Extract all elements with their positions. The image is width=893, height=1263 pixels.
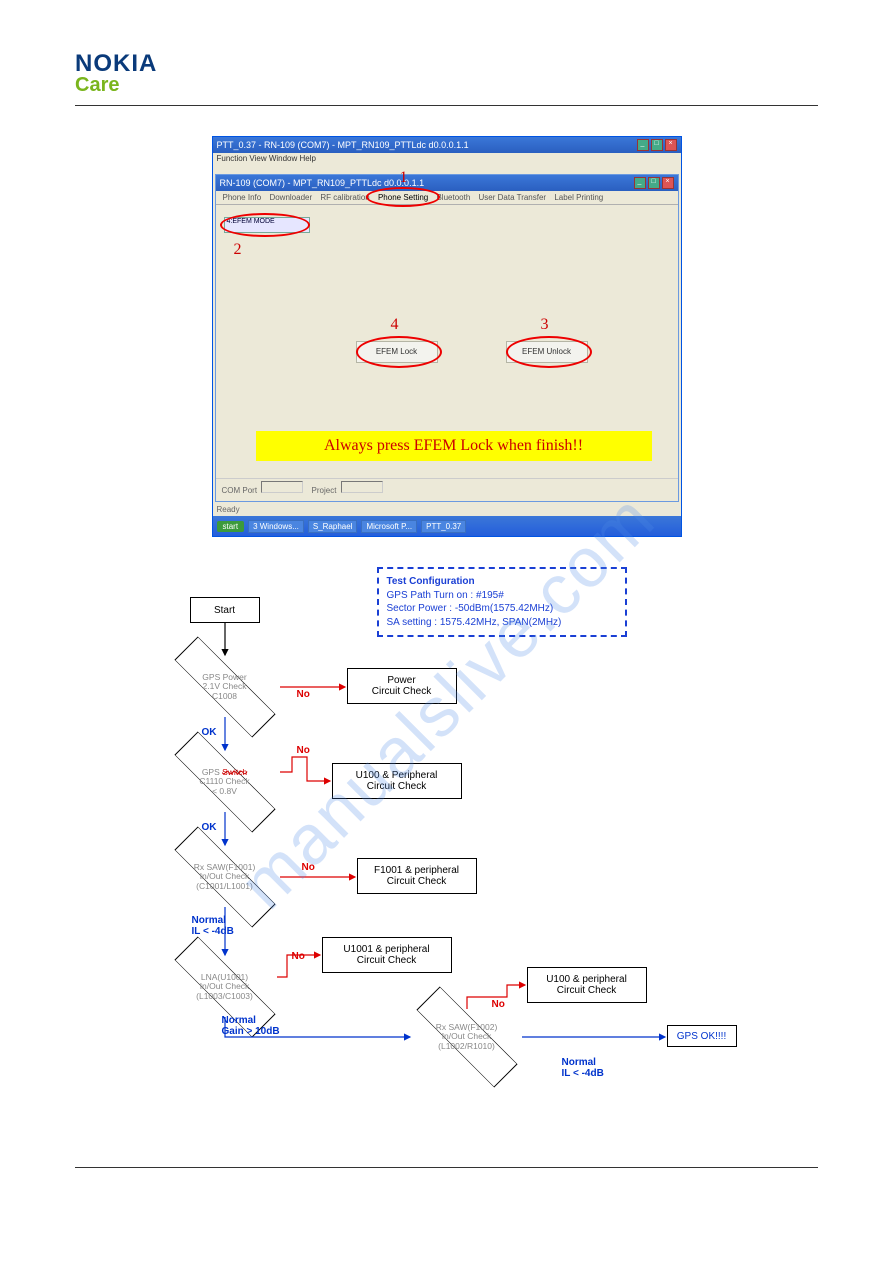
outer-title-text: PTT_0.37 - RN-109 (COM7) - MPT_RN109_PTT… [217, 140, 469, 150]
r4-text: U1001 & peripheral [343, 944, 429, 955]
start-button[interactable]: start [217, 521, 245, 532]
taskbar-item[interactable]: Microsoft P... [361, 520, 417, 533]
status-bar: COM Port Project [216, 478, 678, 501]
annotation-circle-1 [366, 187, 440, 207]
r4-text: Circuit Check [357, 955, 416, 966]
tab-phone-info[interactable]: Phone Info [220, 192, 265, 203]
decision-rx-saw-f1001: Rx SAW(F1001) In/Out Check (C1001/L1001) [170, 847, 280, 907]
r5-text: Circuit Check [557, 985, 616, 996]
status-com-label: COM Port [222, 486, 258, 495]
result-f1001-check: F1001 & peripheralCircuit Check [357, 858, 477, 894]
decision-rx-saw-f1002: Rx SAW(F1002) In/Out Check (L1002/R1010) [412, 1007, 522, 1067]
decision-lna: LNA(U1001) In/Out Check (L1003/C1003) [170, 957, 280, 1017]
menu-bar[interactable]: Function View Window Help [213, 153, 681, 164]
d1-text: C1008 [212, 692, 237, 701]
result-u1001-check: U1001 & peripheralCircuit Check [322, 937, 452, 973]
d3-text: (C1001/L1001) [196, 882, 253, 891]
decision-gps-power: GPS Power 2.1V Check C1008 [170, 657, 280, 717]
test-config-line: GPS Path Turn on : #195# [387, 589, 617, 603]
decision-gps-switch: GPS Switch C1110 Check < 0.8V [170, 752, 280, 812]
annotation-circle-3 [506, 336, 592, 368]
annotation-num-2: 2 [234, 241, 242, 259]
d2-text: < 0.8V [212, 787, 237, 796]
r3-text: F1001 & peripheral [374, 865, 459, 876]
warning-banner: Always press EFEM Lock when finish!! [256, 431, 652, 461]
tab-downloader[interactable]: Downloader [266, 192, 315, 203]
result-u100-check: U100 & PeripheralCircuit Check [332, 763, 462, 799]
test-config-line: Sector Power : -50dBm(1575.42MHz) [387, 602, 617, 616]
label-ok: OK [202, 822, 217, 833]
label-no: No [297, 689, 310, 700]
gps-troubleshoot-flowchart: Test Configuration GPS Path Turn on : #1… [77, 567, 817, 1127]
label-normal-gain: NormalGain > 10dB [222, 1015, 280, 1037]
close-icon[interactable]: × [665, 139, 677, 151]
minimize-icon[interactable]: _ [637, 139, 649, 151]
label-no: No [302, 862, 315, 873]
test-config-line: SA setting : 1575.42MHz, SPAN(2MHz) [387, 616, 617, 630]
inner-maximize-icon[interactable]: □ [648, 177, 660, 189]
header-rule [75, 105, 818, 106]
tab-user-data-transfer[interactable]: User Data Transfer [476, 192, 550, 203]
result-power-check: PowerCircuit Check [347, 668, 457, 704]
inner-titlebar: RN-109 (COM7) - MPT_RN109_PTTLdc d0.0.0.… [216, 175, 678, 191]
label-normal: NormalIL < -4dB [192, 915, 234, 937]
logo-text-care: Care [75, 74, 818, 97]
annotation-num-4: 4 [391, 316, 399, 334]
maximize-icon[interactable]: □ [651, 139, 663, 151]
annotation-circle-4 [356, 336, 442, 368]
label-no: No [297, 745, 310, 756]
result-u100-peripheral: U100 & peripheralCircuit Check [527, 967, 647, 1003]
test-config-title: Test Configuration [387, 575, 617, 589]
label-ok: OK [202, 727, 217, 738]
inner-close-icon[interactable]: × [662, 177, 674, 189]
inner-minimize-icon[interactable]: _ [634, 177, 646, 189]
tab-rf-calibration[interactable]: RF calibration [317, 192, 372, 203]
r1-text: Power [387, 675, 415, 686]
outer-titlebar: PTT_0.37 - RN-109 (COM7) - MPT_RN109_PTT… [213, 137, 681, 153]
taskbar-item[interactable]: 3 Windows... [248, 520, 304, 533]
tab-bar[interactable]: Phone Info Downloader RF calibration Pho… [216, 191, 678, 205]
app-screenshot: PTT_0.37 - RN-109 (COM7) - MPT_RN109_PTT… [212, 136, 682, 537]
annotation-num-1: 1 [400, 169, 408, 187]
annotation-circle-2 [220, 213, 310, 237]
status-project-label: Project [312, 486, 337, 495]
footer-rule [75, 1167, 818, 1168]
d4-text: (L1003/C1003) [196, 992, 253, 1001]
tab-label-printing[interactable]: Label Printing [551, 192, 606, 203]
brand-logo: NOKIA Care [75, 50, 818, 97]
r3-text: Circuit Check [387, 876, 446, 887]
taskbar-item[interactable]: PTT_0.37 [421, 520, 466, 533]
taskbar-item[interactable]: S_Raphael [308, 520, 358, 533]
test-configuration-box: Test Configuration GPS Path Turn on : #1… [377, 567, 627, 637]
result-gps-ok: GPS OK!!!! [667, 1025, 737, 1047]
flow-start: Start [190, 597, 260, 623]
r2-text: Circuit Check [367, 781, 426, 792]
windows-taskbar[interactable]: start 3 Windows... S_Raphael Microsoft P… [213, 516, 681, 536]
annotation-num-3: 3 [541, 316, 549, 334]
label-no: No [292, 951, 305, 962]
r1-text: Circuit Check [372, 686, 431, 697]
d5-text: (L1002/R1010) [438, 1042, 495, 1051]
label-normal-il: NormalIL < -4dB [562, 1057, 604, 1079]
r5-text: U100 & peripheral [546, 974, 627, 985]
r2-text: U100 & Peripheral [356, 770, 438, 781]
